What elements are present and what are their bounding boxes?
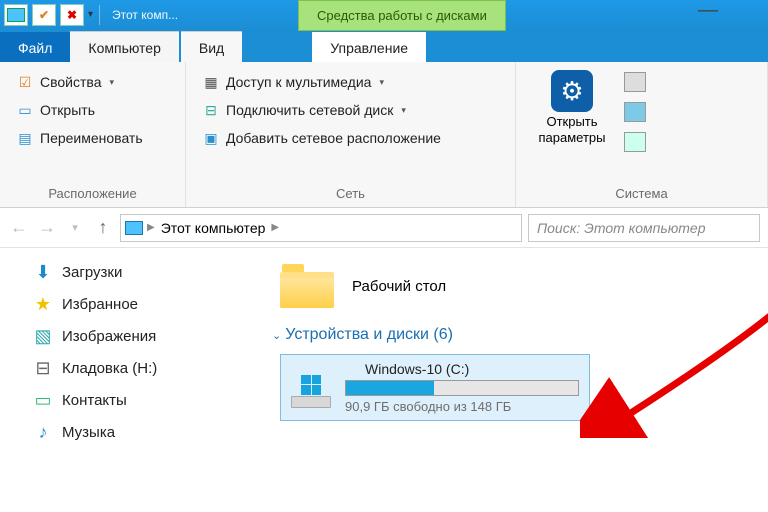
address-bar-row: ← → ▾ ↑ ▶ Этот компьютер ▶ Поиск: Этот к… xyxy=(0,208,768,248)
media-icon: ▦ xyxy=(202,73,220,91)
tab-file[interactable]: Файл xyxy=(0,32,70,62)
open-button[interactable]: ▭Открыть xyxy=(14,96,171,124)
tab-view[interactable]: Вид xyxy=(181,31,242,62)
system-menu-icon[interactable] xyxy=(4,4,28,26)
group-label-system: Система xyxy=(530,182,753,207)
breadcrumb-root[interactable]: Этот компьютер xyxy=(159,220,268,236)
manage-icon[interactable] xyxy=(624,132,646,152)
group-label-location: Расположение xyxy=(14,182,171,207)
chevron-right-icon[interactable]: ▶ xyxy=(147,222,155,233)
sidebar-item-images[interactable]: ▧Изображения xyxy=(28,320,242,352)
window-title: Этот комп... xyxy=(112,8,178,22)
drive-free-space: 90,9 ГБ свободно из 148 ГБ xyxy=(345,399,579,414)
qa-dropdown-icon[interactable]: ▾ xyxy=(88,9,93,20)
media-access-button[interactable]: ▦Доступ к мультимедиа▾ xyxy=(200,68,501,96)
sidebar-item-favorites[interactable]: ★Избранное xyxy=(28,288,242,320)
drive-icon: ⊟ xyxy=(32,358,54,378)
desktop-folder-item[interactable]: Рабочий стол xyxy=(280,264,756,308)
address-bar[interactable]: ▶ Этот компьютер ▶ xyxy=(120,214,522,242)
sidebar-item-contacts[interactable]: ▭Контакты xyxy=(28,384,242,416)
download-icon: ⬇ xyxy=(32,262,54,282)
tab-manage[interactable]: Управление xyxy=(312,32,426,62)
sidebar-item-drive-h[interactable]: ⊟Кладовка (H:) xyxy=(28,352,242,384)
drive-name: Windows-10 (C:) xyxy=(345,361,579,377)
network-drive-icon: ⊟ xyxy=(202,101,220,119)
drive-os-icon xyxy=(289,368,333,408)
ribbon-group-network: ▦Доступ к мультимедиа▾ ⊟Подключить сетев… xyxy=(186,62,516,207)
rename-icon: ▤ xyxy=(16,129,34,147)
explorer-body: ⬇Загрузки ★Избранное ▧Изображения ⊟Кладо… xyxy=(0,248,768,512)
tab-computer[interactable]: Компьютер xyxy=(70,31,178,62)
properties-button[interactable]: ☑Свойства▾ xyxy=(14,68,171,96)
ribbon: ☑Свойства▾ ▭Открыть ▤Переименовать Распо… xyxy=(0,62,768,208)
system-small-buttons xyxy=(624,68,646,152)
uninstall-programs-icon[interactable] xyxy=(624,72,646,92)
qa-delete-icon[interactable]: ✖ xyxy=(60,4,84,26)
rename-button[interactable]: ▤Переименовать xyxy=(14,124,171,152)
navigation-pane: ⬇Загрузки ★Избранное ▧Изображения ⊟Кладо… xyxy=(0,248,250,512)
drive-usage-bar xyxy=(345,380,579,396)
gear-icon: ⚙ xyxy=(551,70,593,112)
nav-forward-button[interactable]: → xyxy=(36,217,58,239)
folder-icon xyxy=(280,264,334,308)
music-icon: ♪ xyxy=(32,422,54,442)
map-network-drive-button[interactable]: ⊟Подключить сетевой диск▾ xyxy=(200,96,501,124)
nav-recent-dropdown[interactable]: ▾ xyxy=(64,217,86,239)
nav-back-button[interactable]: ← xyxy=(8,217,30,239)
devices-section-header[interactable]: ⌄ Устройства и диски (6) xyxy=(272,326,756,344)
minimize-button[interactable]: — xyxy=(688,4,728,24)
images-icon: ▧ xyxy=(32,326,54,346)
chevron-right-icon[interactable]: ▶ xyxy=(271,222,279,233)
drive-c-item[interactable]: Windows-10 (C:) 90,9 ГБ свободно из 148 … xyxy=(280,354,590,421)
pc-icon xyxy=(125,221,143,235)
ribbon-group-system: ⚙ Открыть параметры Система xyxy=(516,62,768,207)
contacts-icon: ▭ xyxy=(32,390,54,410)
system-props-icon[interactable] xyxy=(624,102,646,122)
search-input[interactable]: Поиск: Этот компьютер xyxy=(528,214,760,242)
ribbon-tabs: Файл Компьютер Вид Управление xyxy=(0,29,768,62)
nav-up-button[interactable]: ↑ xyxy=(92,217,114,239)
add-location-icon: ▣ xyxy=(202,129,220,147)
open-icon: ▭ xyxy=(16,101,34,119)
quick-access-toolbar: ✔ ✖ ▾ xyxy=(0,4,93,26)
sidebar-item-music[interactable]: ♪Музыка xyxy=(28,416,242,448)
qa-properties-icon[interactable]: ✔ xyxy=(32,4,56,26)
content-pane: Рабочий стол ⌄ Устройства и диски (6) Wi… xyxy=(250,248,768,512)
star-icon: ★ xyxy=(32,294,54,314)
group-label-network: Сеть xyxy=(200,182,501,207)
chevron-down-icon: ⌄ xyxy=(272,329,281,342)
properties-icon: ☑ xyxy=(16,73,34,91)
open-settings-button[interactable]: ⚙ Открыть параметры xyxy=(530,68,614,147)
contextual-tab-drive-tools[interactable]: Средства работы с дисками xyxy=(298,0,506,31)
ribbon-group-location: ☑Свойства▾ ▭Открыть ▤Переименовать Распо… xyxy=(0,62,186,207)
add-network-location-button[interactable]: ▣Добавить сетевое расположение xyxy=(200,124,501,152)
sidebar-item-downloads[interactable]: ⬇Загрузки xyxy=(28,256,242,288)
